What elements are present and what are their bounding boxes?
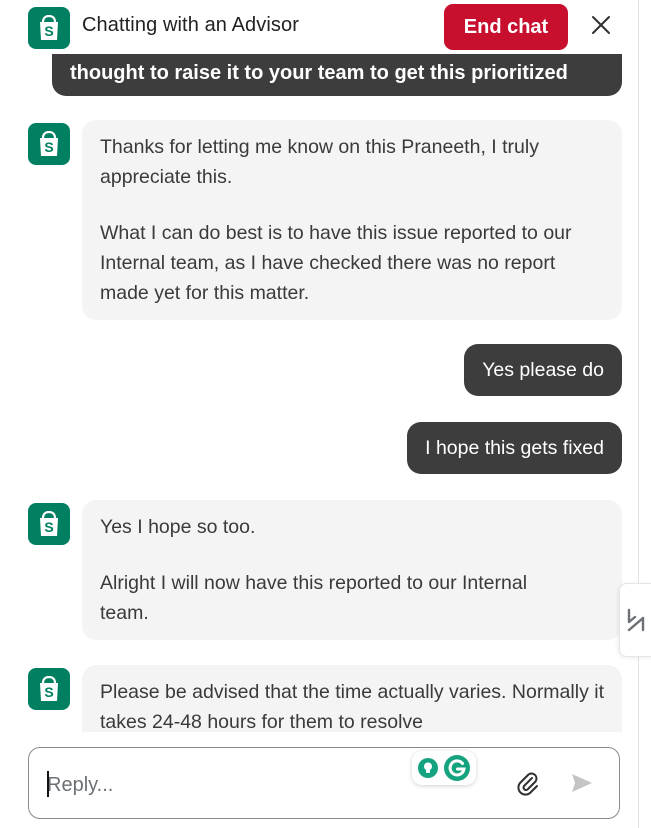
svg-text:S: S bbox=[44, 139, 53, 155]
chat-title: Chatting with an Advisor bbox=[82, 14, 299, 36]
send-button[interactable] bbox=[566, 767, 598, 799]
advisor-message: Please be advised that the time actually… bbox=[82, 665, 622, 732]
advisor-avatar: S bbox=[28, 123, 70, 165]
message-text: thought to raise it to your team to get … bbox=[70, 62, 568, 84]
side-widget-tab[interactable] bbox=[619, 583, 651, 657]
shopify-bag-icon: S bbox=[40, 15, 58, 40]
svg-text:S: S bbox=[44, 684, 53, 700]
message-text: What I can do best is to have this issue… bbox=[100, 222, 572, 304]
side-widget-icon bbox=[627, 608, 645, 632]
reply-input[interactable] bbox=[47, 768, 427, 802]
shopify-bag-icon: S bbox=[40, 131, 58, 156]
close-icon bbox=[592, 16, 610, 34]
message-text: Please be advised that the time actually… bbox=[100, 681, 604, 732]
shopify-bag-icon: S bbox=[40, 511, 58, 536]
svg-text:S: S bbox=[44, 23, 53, 39]
message-text: I hope this gets fixed bbox=[425, 437, 604, 459]
message-text: Thanks for letting me know on this Prane… bbox=[100, 136, 539, 188]
user-message: Yes please do bbox=[464, 344, 622, 396]
send-arrow-icon bbox=[572, 774, 592, 792]
advisor-message: Yes I hope so too. Alright I will now ha… bbox=[82, 500, 622, 640]
svg-text:S: S bbox=[44, 519, 53, 535]
chat-header: S Chatting with an Advisor End chat bbox=[0, 0, 638, 54]
advisor-avatar: S bbox=[28, 668, 70, 710]
shopify-bag-icon: S bbox=[40, 676, 58, 701]
grammarly-widget[interactable] bbox=[412, 751, 476, 785]
close-button[interactable] bbox=[586, 10, 616, 40]
message-list[interactable]: thought to raise it to your team to get … bbox=[0, 0, 638, 732]
advisor-avatar: S bbox=[28, 503, 70, 545]
message-text: Alright I will now have this reported to… bbox=[100, 572, 528, 624]
chat-panel: thought to raise it to your team to get … bbox=[0, 0, 639, 828]
lightbulb-icon bbox=[418, 758, 438, 778]
message-text: Yes I hope so too. bbox=[100, 516, 256, 538]
message-text: Yes please do bbox=[482, 359, 604, 381]
brand-logo: S bbox=[28, 7, 70, 49]
end-chat-button[interactable]: End chat bbox=[444, 4, 568, 50]
attach-button[interactable] bbox=[512, 767, 544, 799]
advisor-message: Thanks for letting me know on this Prane… bbox=[82, 120, 622, 320]
paperclip-icon bbox=[517, 772, 538, 796]
grammarly-icon bbox=[444, 755, 470, 781]
user-message: I hope this gets fixed bbox=[407, 422, 622, 474]
text-caret bbox=[47, 771, 49, 797]
